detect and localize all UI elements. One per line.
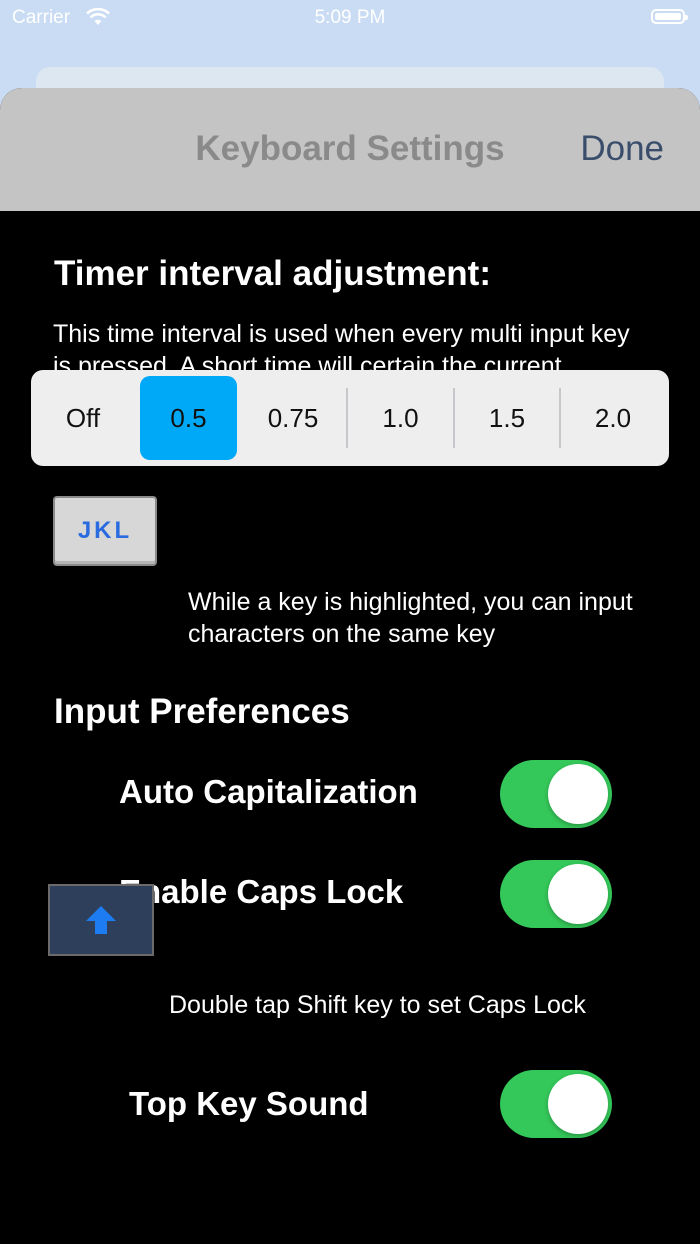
segment-off[interactable]: Off — [31, 376, 135, 460]
auto-capitalization-toggle[interactable] — [500, 760, 612, 828]
jkl-key-label: JKL — [77, 517, 133, 544]
segment-2-0[interactable]: 2.0 — [561, 376, 665, 460]
jkl-key-hint: While a key is highlighted, you can inpu… — [188, 588, 633, 648]
status-bar: Carrier 5:09 PM — [0, 0, 700, 40]
timer-interval-selector[interactable]: Off 0.5 0.75 1.0 1.5 2.0 — [31, 370, 669, 466]
battery-icon — [651, 9, 688, 24]
auto-capitalization-label: Auto Capitalization — [119, 773, 418, 810]
top-key-sound-label: Top Key Sound — [129, 1085, 369, 1122]
segment-1-0[interactable]: 1.0 — [348, 376, 453, 460]
status-time: 5:09 PM — [314, 7, 386, 28]
segment-0-75[interactable]: 0.75 — [240, 376, 346, 460]
toggle-knob — [548, 864, 608, 924]
shift-key-hint: Double tap Shift key to set Caps Lock — [169, 991, 586, 1019]
jkl-key-icon: JKL — [53, 496, 157, 566]
toggle-knob — [548, 764, 608, 824]
segment-0-5[interactable]: 0.5 — [140, 376, 237, 460]
caps-lock-toggle[interactable] — [500, 860, 612, 928]
toggle-knob — [548, 1074, 608, 1134]
top-key-sound-toggle[interactable] — [500, 1070, 612, 1138]
nav-bar: Keyboard Settings Done — [0, 88, 700, 211]
segment-1-5[interactable]: 1.5 — [455, 376, 559, 460]
timer-section-title: Timer interval adjustment: — [54, 254, 491, 293]
input-preferences-title: Input Preferences — [54, 692, 350, 731]
done-button[interactable]: Done — [580, 129, 664, 169]
caps-lock-label: Enable Caps Lock — [119, 873, 404, 910]
shift-key-icon — [48, 884, 154, 956]
shift-arrow-icon — [86, 906, 116, 934]
